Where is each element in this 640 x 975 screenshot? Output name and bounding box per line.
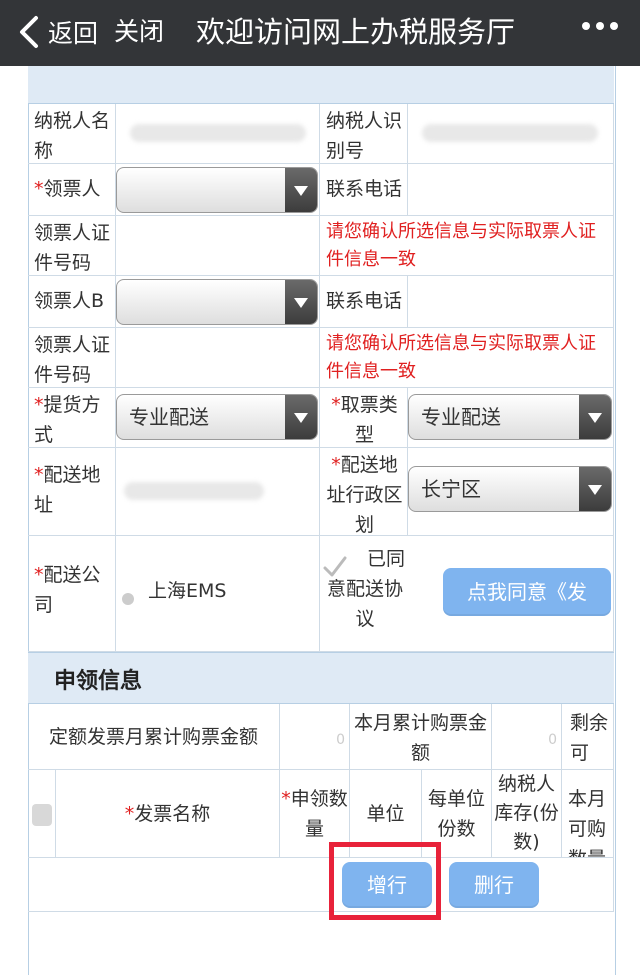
collector-b-id-label: 领票人证件号码 (28, 328, 116, 388)
more-icon[interactable] (582, 22, 618, 30)
select-all-checkbox[interactable] (32, 804, 52, 826)
collector-b-label: 领票人B (28, 276, 116, 328)
close-button[interactable]: 关闭 (114, 14, 164, 50)
month-total-label: 本月累计购票金额 (350, 704, 492, 770)
delivery-method-cell: 专业配送 (116, 388, 320, 448)
ticket-type-cell: 专业配送 (408, 388, 614, 448)
collector-b-id-value (116, 328, 320, 388)
district-label: *配送地址行政区划 (320, 448, 408, 536)
collector-id-label: 领票人证件号码 (28, 216, 116, 276)
apply-section-title: 申领信息 (54, 669, 143, 694)
courier-label: *配送公司 (28, 536, 116, 652)
back-label: 返回 (48, 19, 99, 48)
taxpayer-name-label: 纳税人名称 (28, 104, 116, 164)
required-mark: * (34, 178, 44, 200)
header-apply-qty: *申领数量 (280, 770, 350, 858)
delivery-method-label: *提货方式 (28, 388, 116, 448)
taxpayer-id-value (408, 104, 614, 164)
phone-label: 联系电话 (320, 164, 408, 216)
ticket-type-select[interactable]: 专业配送 (408, 394, 612, 440)
form-header-band (28, 66, 614, 104)
month-total-value: 0 (492, 704, 562, 770)
confirm-notice: 请您确认所选信息与实际取票人证件信息一致 (320, 216, 614, 276)
header-stock: 纳税人库存(份数) (492, 770, 562, 858)
quota-value: 0 (280, 704, 350, 770)
confirm-notice-b: 请您确认所选信息与实际取票人证件信息一致 (320, 328, 614, 388)
dropdown-arrow-icon (285, 395, 317, 439)
phone-input[interactable] (408, 164, 614, 216)
ticket-type-label: *取票类型 (320, 388, 408, 448)
collector-cell (116, 164, 320, 216)
add-row-button[interactable]: 增行 (342, 862, 432, 908)
dropdown-arrow-icon (579, 395, 611, 439)
phone-b-input[interactable] (408, 276, 614, 328)
taxpayer-id-label: 纳税人识别号 (320, 104, 408, 164)
collector-b-select[interactable] (116, 279, 318, 325)
page-title: 欢迎访问网上办税服务厅 (196, 15, 516, 49)
agree-protocol-button[interactable]: 点我同意《发 (443, 568, 611, 616)
chevron-left-icon (20, 16, 38, 48)
district-cell: 长宁区 (408, 448, 614, 536)
taxpayer-name-value (116, 104, 320, 164)
back-button[interactable]: 返回 (18, 14, 98, 50)
dropdown-arrow-icon (579, 467, 611, 511)
quota-label: 定额发票月累计购票金额 (28, 704, 280, 770)
courier-cell: 上海EMS (116, 536, 320, 652)
collector-select[interactable] (116, 167, 318, 213)
collector-label: *领票人 (28, 164, 116, 216)
collector-label-text: 领票人 (43, 178, 101, 200)
phone-b-label: 联系电话 (320, 276, 408, 328)
header-month-qty: 本月可购数量 (562, 770, 614, 858)
collector-id-value (116, 216, 320, 276)
address-label: *配送地址 (28, 448, 116, 536)
checkmark-icon[interactable] (322, 554, 348, 580)
apply-section-header: 申领信息 (28, 652, 614, 704)
delivery-method-select[interactable]: 专业配送 (116, 394, 318, 440)
dropdown-arrow-icon (285, 280, 317, 324)
courier-radio[interactable] (122, 593, 134, 605)
collector-b-cell (116, 276, 320, 328)
address-value (116, 448, 320, 536)
district-select[interactable]: 长宁区 (408, 466, 612, 512)
dropdown-arrow-icon (285, 168, 317, 212)
title-bar: 返回 关闭 欢迎访问网上办税服务厅 (0, 0, 640, 66)
header-invoice-name: *发票名称 (56, 770, 280, 858)
header-unit: 单位 (350, 770, 422, 858)
delete-row-button[interactable]: 删行 (449, 862, 539, 908)
header-per-unit: 每单位份数 (422, 770, 492, 858)
courier-option-label: 上海EMS (148, 580, 227, 602)
remain-label: 剩余可 (562, 704, 614, 770)
